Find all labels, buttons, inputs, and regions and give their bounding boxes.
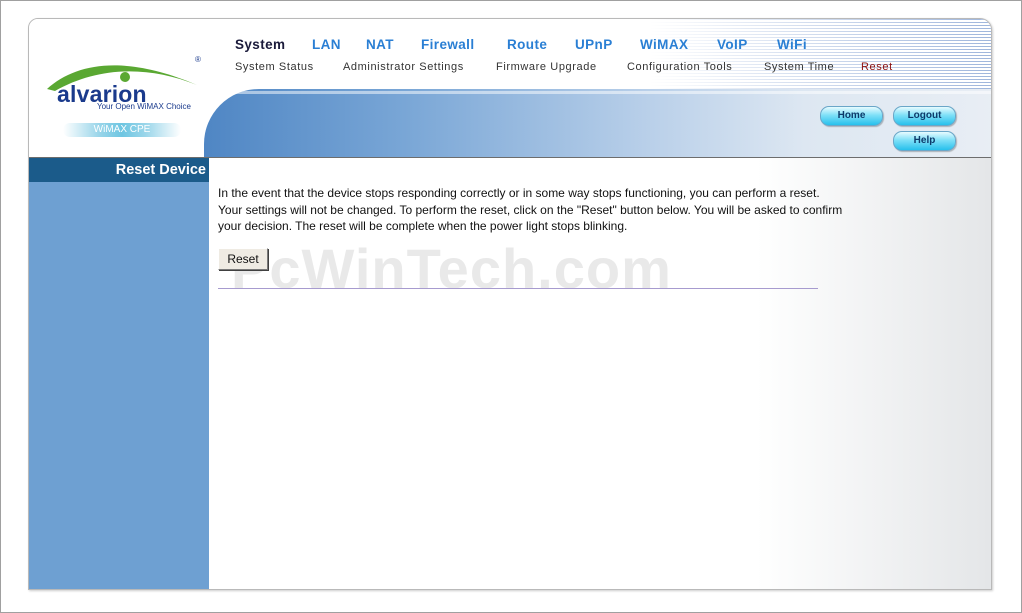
page-header: ® alvarion Your Open WiMAX Choice WiMAX … [29, 19, 991, 159]
watermark-text: PcWinTech.com [231, 237, 672, 300]
home-button[interactable]: Home [820, 106, 883, 126]
product-badge: WiMAX CPE [63, 123, 181, 137]
subnav-firmware-upgrade[interactable]: Firmware Upgrade [496, 61, 597, 73]
nav-wimax[interactable]: WiMAX [640, 37, 688, 52]
sidebar: Reset Device [29, 157, 209, 589]
logo-registered-mark: ® [195, 55, 201, 64]
nav-route[interactable]: Route [507, 37, 547, 52]
nav-upnp[interactable]: UPnP [575, 37, 613, 52]
logout-button[interactable]: Logout [893, 106, 956, 126]
subnav-system-time[interactable]: System Time [764, 61, 834, 73]
nav-nat[interactable]: NAT [366, 37, 394, 52]
subnav-administrator-settings[interactable]: Administrator Settings [343, 61, 464, 73]
header-stripes [234, 19, 991, 91]
subnav-system-status[interactable]: System Status [235, 61, 314, 73]
subnav-configuration-tools[interactable]: Configuration Tools [627, 61, 732, 73]
help-button[interactable]: Help [893, 131, 956, 151]
sidebar-title: Reset Device [29, 158, 209, 182]
main-content: PcWinTech.com In the event that the devi… [209, 157, 991, 589]
subnav-reset[interactable]: Reset [861, 61, 893, 73]
reset-button[interactable]: Reset [218, 248, 268, 270]
router-admin-page: ® alvarion Your Open WiMAX Choice WiMAX … [28, 18, 992, 590]
nav-lan[interactable]: LAN [312, 37, 341, 52]
nav-firewall[interactable]: Firewall [421, 37, 474, 52]
logo-tagline: Your Open WiMAX Choice [97, 102, 191, 111]
alvarion-logo: ® alvarion Your Open WiMAX Choice WiMAX … [29, 19, 209, 157]
browser-viewport: ® alvarion Your Open WiMAX Choice WiMAX … [0, 0, 1022, 613]
reset-description: In the event that the device stops respo… [218, 186, 843, 233]
nav-voip[interactable]: VoIP [717, 37, 748, 52]
nav-wifi[interactable]: WiFi [777, 37, 807, 52]
content-divider [218, 288, 818, 289]
nav-system[interactable]: System [235, 37, 285, 52]
